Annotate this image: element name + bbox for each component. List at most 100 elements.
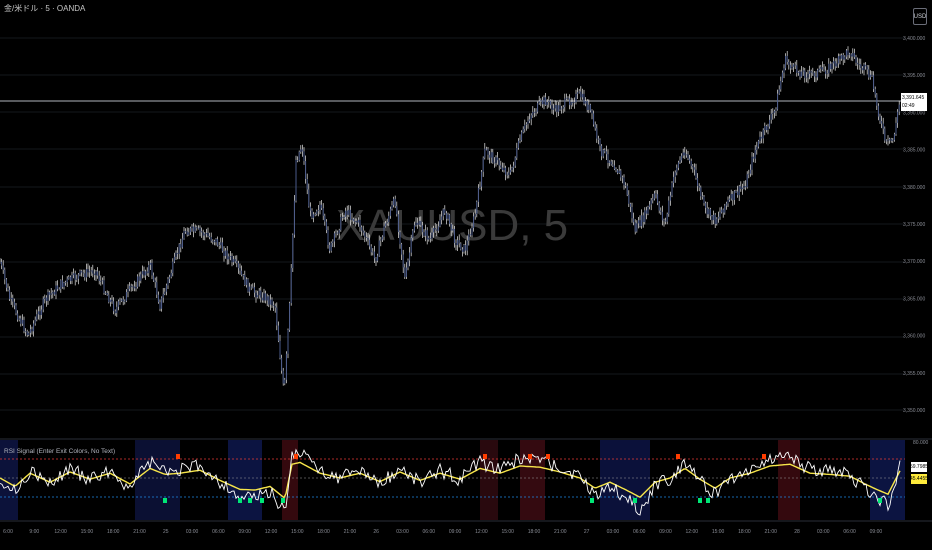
candle-body (821, 67, 823, 70)
candle-body (495, 157, 497, 163)
candle-body (581, 93, 583, 98)
candle-body (660, 210, 662, 212)
time-axis-label: 09:00 (238, 529, 251, 535)
candle-body (631, 206, 633, 219)
candle-body (796, 65, 798, 73)
buy-signal-marker (281, 498, 285, 503)
candle-body (157, 294, 159, 303)
candle-body (4, 269, 6, 280)
candle-body (301, 149, 303, 152)
price-axis-label: 3,350.000 (903, 408, 925, 414)
candle-body (649, 204, 651, 207)
candle-body (569, 98, 571, 106)
candle-body (436, 229, 438, 231)
candle-body (730, 193, 732, 199)
candle-body (588, 104, 590, 110)
current-price-value: 3,391.645 (902, 95, 925, 101)
candle-body (705, 203, 707, 208)
candle-body (335, 232, 337, 234)
candle-body (537, 103, 539, 112)
candle-body (751, 156, 753, 170)
candle-body (759, 136, 761, 141)
candle-body (101, 280, 103, 282)
candle-body (860, 64, 862, 68)
candle-body (165, 285, 167, 292)
candle-body (612, 164, 614, 166)
candle-body (425, 230, 427, 236)
candle-body (535, 111, 537, 113)
candle-body (561, 108, 563, 110)
candle-body (397, 214, 399, 233)
candle-body (305, 161, 307, 179)
candle-body (378, 240, 380, 256)
candle-body (217, 239, 219, 246)
candle-body (249, 286, 251, 292)
candle-body (719, 212, 721, 217)
candle-body (533, 111, 535, 113)
candle-body (442, 209, 444, 217)
time-axis-label: 18:00 (107, 529, 120, 535)
sell-signal-marker (762, 454, 766, 459)
candle-body (348, 209, 350, 215)
candle-body (594, 124, 596, 129)
candle-body (861, 68, 863, 71)
candle-body (255, 292, 257, 298)
candle-body (500, 165, 502, 168)
candle-body (361, 227, 363, 231)
candle-body (492, 152, 494, 163)
candle-body (5, 279, 7, 288)
candle-body (634, 222, 636, 232)
price-axis-label: 3,370.000 (903, 259, 925, 265)
candle-body (284, 379, 286, 384)
candle-body (447, 214, 449, 219)
candle-body (844, 56, 846, 60)
candle-body (377, 255, 379, 261)
time-axis[interactable]: 6:00 9:00 12:00 15:00 18:00 21:00 25 03:00 06:00… (3, 529, 882, 535)
candle-body (445, 213, 447, 219)
candle-body (199, 227, 201, 232)
rsi-zone (778, 440, 800, 520)
symbol-title[interactable]: 金/米ドル · 5 · OANDA (4, 3, 85, 14)
candle-body (69, 277, 71, 282)
candle-body (92, 270, 94, 274)
candle-body (141, 271, 143, 275)
candle-body (538, 101, 540, 104)
candle-body (154, 280, 156, 283)
candle-body (669, 195, 671, 201)
candle-body (244, 275, 246, 285)
candle-body (703, 196, 705, 204)
price-chart[interactable]: XAUUSD, 5 3,400.0003,395.0003,390.0003,3… (0, 0, 932, 550)
candle-body (645, 210, 647, 214)
candle-body (565, 97, 567, 99)
candle-body (804, 70, 806, 78)
candle-body (415, 222, 417, 226)
candle-body (197, 227, 199, 229)
candle-body (690, 160, 692, 166)
candle-body (41, 309, 43, 315)
candle-body (511, 167, 513, 170)
candle-body (455, 243, 457, 246)
candle-body (573, 102, 575, 103)
candle-body (53, 291, 55, 295)
candle-body (741, 187, 743, 189)
candle-body (876, 94, 878, 106)
candle-body (465, 245, 467, 251)
candle-body (319, 204, 321, 210)
indicator-title[interactable]: RSI Signal (Enter Exit Colors, No Text) (4, 448, 115, 455)
candle-body (409, 252, 411, 261)
currency-button[interactable]: USD (913, 8, 927, 25)
candle-body (164, 291, 166, 294)
candle-body (399, 232, 401, 245)
candle-body (263, 293, 265, 301)
candle-body (313, 214, 315, 218)
candle-body (644, 210, 646, 222)
time-axis-label: 12:00 (686, 529, 699, 535)
candle-body (444, 209, 446, 214)
candle-body (34, 319, 36, 324)
candle-body (103, 280, 105, 293)
candle-body (434, 228, 436, 230)
candle-body (674, 172, 676, 177)
candle-body (823, 69, 825, 71)
candle-body (805, 77, 807, 79)
candle-body (618, 170, 620, 173)
